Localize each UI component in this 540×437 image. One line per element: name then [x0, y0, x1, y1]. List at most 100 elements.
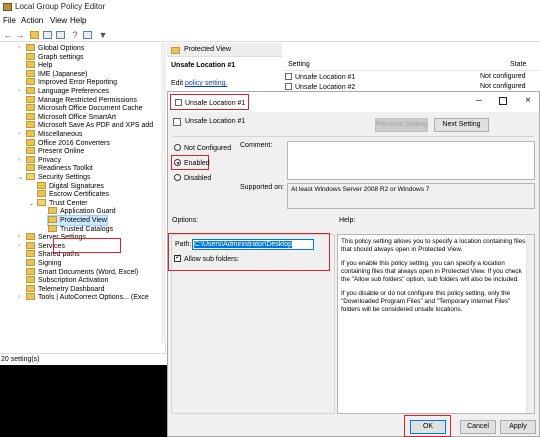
folder-icon: [26, 267, 35, 275]
chevron-right-icon[interactable]: ›: [18, 131, 20, 137]
folder-icon: [37, 190, 46, 198]
supported-on-value: At least Windows Server 2008 R2 or Windo…: [287, 183, 535, 209]
chevron-down-icon[interactable]: ⌄: [29, 200, 34, 207]
ok-button[interactable]: OK: [410, 420, 446, 434]
path-label: Path:: [175, 241, 192, 248]
help-scrollbar[interactable]: [526, 235, 534, 413]
folder-icon: [26, 155, 35, 163]
right-panel-header: Protected View: [167, 43, 282, 57]
chevron-right-icon[interactable]: ›: [18, 45, 20, 51]
radio-selected-icon: [174, 159, 181, 166]
tree-item-label: Graph settings: [38, 53, 84, 61]
folder-icon: [37, 198, 46, 206]
help-icon[interactable]: ?: [70, 30, 80, 40]
folder-icon: [48, 207, 57, 215]
folder-icon: [26, 173, 35, 180]
help-panel: This policy setting allows you to specif…: [337, 234, 535, 414]
export-list-icon[interactable]: [56, 31, 65, 39]
tree-item-label: Smart Documents (Word, Excel): [38, 268, 139, 276]
radio-label: Enabled: [184, 160, 210, 167]
supported-on-label: Supported on:: [240, 184, 284, 191]
apply-button[interactable]: Apply: [500, 420, 536, 434]
folder-icon: [26, 87, 35, 94]
radio-enabled[interactable]: Enabled: [174, 159, 210, 168]
radio-label: Not Configured: [184, 145, 232, 152]
folder-icon: [26, 130, 35, 137]
tree-item-label: Protected View: [60, 217, 107, 224]
tree-item-label: Trusted Catalogs: [60, 225, 114, 233]
menu-help[interactable]: Help: [70, 16, 86, 25]
column-state[interactable]: State: [510, 61, 526, 68]
filter-icon[interactable]: ▼: [98, 30, 108, 40]
radio-not-configured[interactable]: Not Configured: [174, 144, 231, 153]
properties-icon[interactable]: [83, 31, 92, 39]
help-paragraph: If you disable or do not configure this …: [341, 290, 511, 313]
tree-item-label: Microsoft Office Document Cache: [38, 105, 143, 113]
menu-file[interactable]: File: [3, 16, 16, 25]
menu-view[interactable]: View: [50, 16, 67, 25]
tree-item-label: Help: [38, 62, 53, 70]
options-label: Options:: [172, 217, 199, 224]
tree-item-label: Telemetry Dashboard: [38, 285, 105, 293]
dialog-title: Unsafe Location #1: [185, 100, 246, 107]
tree-item-label: Language Preferences: [38, 88, 109, 95]
chevron-down-icon[interactable]: ⌄: [18, 174, 23, 181]
folder-icon: [26, 138, 35, 146]
previous-setting-button[interactable]: Previous Setting: [375, 118, 428, 132]
tree-scrollbar[interactable]: [161, 43, 166, 343]
policy-setting-icon: [285, 73, 292, 80]
show-hide-tree-icon[interactable]: [43, 31, 52, 39]
column-setting[interactable]: Setting: [288, 61, 310, 68]
menu-action[interactable]: Action: [21, 16, 43, 25]
policy-editor-app-icon: [3, 3, 12, 11]
list-item[interactable]: Unsafe Location #1 Not configured: [283, 72, 540, 82]
path-input[interactable]: C:\Users\Administrator\Desktop: [192, 239, 314, 250]
tree-item[interactable]: Tools | AutoCorrect Options... (Exce: [26, 293, 149, 302]
chevron-right-icon[interactable]: ›: [18, 243, 20, 249]
chevron-right-icon[interactable]: ›: [18, 234, 20, 240]
folder-icon: [26, 78, 35, 86]
comment-textarea[interactable]: [287, 141, 535, 180]
allow-subfolders-checkbox[interactable]: Allow sub folders:: [174, 253, 239, 263]
edit-policy-link[interactable]: policy setting.: [185, 80, 227, 87]
supported-on-text: At least Windows Server 2008 R2 or Windo…: [291, 186, 430, 193]
tree-item-label: Manage Restricted Permissions: [38, 96, 137, 104]
close-icon[interactable]: ×: [523, 96, 533, 106]
navigation-tree: › Global Options Graph settings Help IME (Ja…: [0, 43, 166, 353]
cancel-button[interactable]: Cancel: [460, 420, 496, 434]
folder-icon: [48, 224, 57, 232]
radio-disabled[interactable]: Disabled: [174, 174, 211, 183]
maximize-icon[interactable]: [499, 97, 507, 105]
chevron-right-icon[interactable]: ›: [18, 294, 20, 300]
folder-icon: [26, 276, 35, 284]
next-setting-button[interactable]: Next Setting: [434, 118, 489, 132]
divider: [173, 136, 534, 137]
folder-icon: [26, 112, 35, 120]
tree-item-label: Digital Signatures: [49, 182, 104, 190]
policy-setting-icon: [175, 99, 182, 106]
forward-arrow-icon[interactable]: →: [15, 30, 25, 40]
folder-icon: [26, 241, 35, 249]
folder-icon: [26, 293, 35, 301]
tree-item-label: Trust Center: [49, 199, 88, 207]
policy-setting-dialog: Unsafe Location #1 – × Unsafe Location #…: [167, 91, 540, 437]
tree-item-label: Microsoft Office SmartArt: [38, 113, 117, 121]
help-paragraph: This policy setting allows you to specif…: [341, 238, 526, 253]
list-item-state: Not configured: [480, 83, 526, 90]
comment-label: Comment:: [240, 142, 273, 149]
folder-icon: [26, 147, 35, 155]
minimize-icon[interactable]: –: [474, 96, 484, 106]
folder-icon: [48, 216, 57, 223]
tree-item-label: Privacy: [38, 156, 61, 164]
chevron-right-icon[interactable]: ›: [18, 88, 20, 94]
up-folder-icon[interactable]: [30, 31, 39, 39]
tree-item-label: Subscription Activation: [38, 277, 109, 285]
chevron-right-icon[interactable]: ›: [18, 157, 20, 163]
dialog-title-highlight: Unsafe Location #1: [170, 94, 249, 110]
folder-icon: [26, 61, 35, 69]
list-item-state: Not configured: [480, 73, 526, 80]
title-bar: Local Group Policy Editor: [0, 0, 540, 14]
back-arrow-icon[interactable]: ←: [3, 30, 13, 40]
list-header: Setting State: [283, 60, 540, 71]
folder-icon: [37, 181, 46, 189]
